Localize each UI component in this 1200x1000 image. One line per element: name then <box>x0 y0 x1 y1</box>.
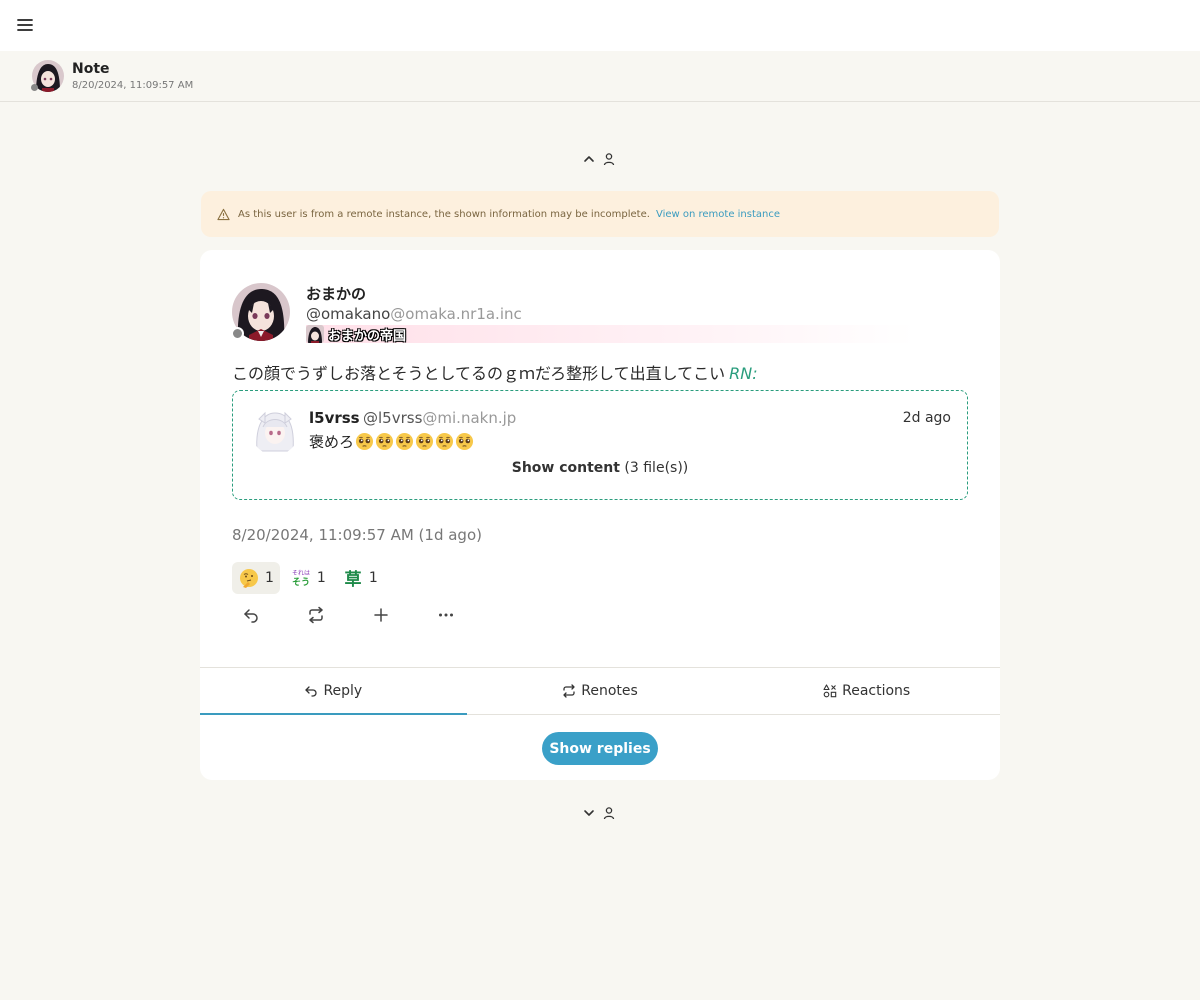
quoted-handle[interactable]: @l5vrss@mi.nakn.jp <box>363 409 516 427</box>
handle-user: @omakano <box>306 305 391 323</box>
load-previous-context[interactable] <box>582 150 622 168</box>
pleading-face-icon <box>395 432 414 451</box>
note-card: おまかの @omakano@omaka.nr1a.inc おまかの帝国 この顔で… <box>200 250 1000 780</box>
reaction-count: 1 <box>368 570 378 586</box>
online-status-dot <box>31 84 38 91</box>
reaction-count: 1 <box>265 570 274 586</box>
tab-reply[interactable]: Reply <box>200 668 467 715</box>
handle-host: @omaka.nr1a.inc <box>390 305 522 323</box>
page-subtitle: 8/20/2024, 11:09:57 AM <box>72 80 194 91</box>
reaction-kusa[interactable]: 草 1 <box>336 562 384 594</box>
instance-ticker[interactable]: おまかの帝国 <box>306 325 916 344</box>
view-remote-link[interactable]: View on remote instance <box>656 209 780 220</box>
plus-icon <box>374 608 388 622</box>
user-icon <box>603 153 615 166</box>
show-content-button[interactable]: Show content (3 file(s)) <box>233 460 967 476</box>
chevron-up-icon <box>584 156 594 162</box>
renote-label: RN: <box>729 364 758 383</box>
more-icon <box>439 613 453 617</box>
page-header: Note 8/20/2024, 11:09:57 AM <box>0 51 1200 102</box>
tab-label: Renotes <box>581 683 638 699</box>
menu-icon[interactable] <box>14 14 36 36</box>
show-replies-button[interactable]: Show replies <box>542 732 658 765</box>
note-timestamp[interactable]: 8/20/2024, 11:09:57 AM (1d ago) <box>232 526 482 544</box>
quoted-handle-user: @l5vrss <box>363 409 423 427</box>
quoted-handle-host: @mi.nakn.jp <box>422 409 517 427</box>
tab-reactions[interactable]: Reactions <box>733 668 1000 714</box>
tab-renotes[interactable]: Renotes <box>467 668 734 714</box>
instance-icon <box>306 325 324 343</box>
note-actions <box>232 602 492 628</box>
note-tabs: Reply Renotes Reactions <box>200 667 1000 715</box>
load-next-context[interactable] <box>582 804 622 822</box>
reply-icon <box>244 609 258 623</box>
remote-instance-warning: As this user is from a remote instance, … <box>201 191 999 237</box>
quoted-note[interactable]: l5vrss @l5vrss@mi.nakn.jp 2d ago 褒めろ Sho… <box>232 390 968 500</box>
reaction-thinking[interactable]: 1 <box>232 562 280 594</box>
reactions-icon <box>823 684 837 698</box>
renote-icon <box>563 684 575 698</box>
warning-icon <box>217 208 230 220</box>
show-content-label: Show content <box>511 460 620 476</box>
quoted-text-body: 褒めろ <box>309 433 355 451</box>
pleading-face-icon <box>415 432 434 451</box>
pleading-face-icon <box>435 432 454 451</box>
thinking-face-icon <box>240 569 258 588</box>
svg-text:それは: それは <box>292 570 310 577</box>
more-button[interactable] <box>427 602 492 628</box>
note-username[interactable]: おまかの <box>306 283 366 304</box>
reactions-list: 1 それは そう 1 草 1 <box>232 562 384 594</box>
reaction-soreha-sou[interactable]: それは そう 1 <box>284 562 332 594</box>
quoted-username[interactable]: l5vrss <box>309 409 360 427</box>
note-body: この顔でうずしお落とそうとしてるのｇｍだろ整形して出直してこい RN: <box>232 360 758 384</box>
file-count: (3 file(s)) <box>624 460 689 476</box>
svg-text:草: 草 <box>344 570 361 589</box>
soreha-sou-icon: それは そう <box>292 570 310 588</box>
pleading-face-icon <box>455 432 474 451</box>
renote-icon <box>309 606 323 624</box>
tab-label: Reply <box>323 683 363 699</box>
instance-name: おまかの帝国 <box>328 328 407 344</box>
quoted-time[interactable]: 2d ago <box>903 410 951 426</box>
reply-button[interactable] <box>232 602 297 628</box>
add-reaction-button[interactable] <box>362 602 427 628</box>
top-bar <box>0 0 1200 51</box>
reply-icon <box>305 686 318 697</box>
pleading-face-icon <box>375 432 394 451</box>
warning-text: As this user is from a remote instance, … <box>238 208 650 220</box>
author-status-dot <box>231 327 244 340</box>
reaction-count: 1 <box>316 570 326 586</box>
quoted-author-avatar[interactable] <box>251 407 299 455</box>
tab-label: Reactions <box>842 683 911 699</box>
chevron-down-icon <box>584 810 594 816</box>
kusa-icon: 草 <box>344 570 361 589</box>
renote-button[interactable] <box>297 602 362 628</box>
pleading-emoji-row <box>355 432 474 451</box>
user-icon <box>603 807 615 820</box>
pleading-face-icon <box>355 432 374 451</box>
note-text: この顔でうずしお落とそうとしてるのｇｍだろ整形して出直してこい <box>232 364 726 383</box>
svg-text:そう: そう <box>292 577 310 588</box>
quoted-text: 褒めろ <box>309 431 474 452</box>
page-title: Note <box>72 61 110 77</box>
note-handle[interactable]: @omakano@omaka.nr1a.inc <box>306 305 522 323</box>
